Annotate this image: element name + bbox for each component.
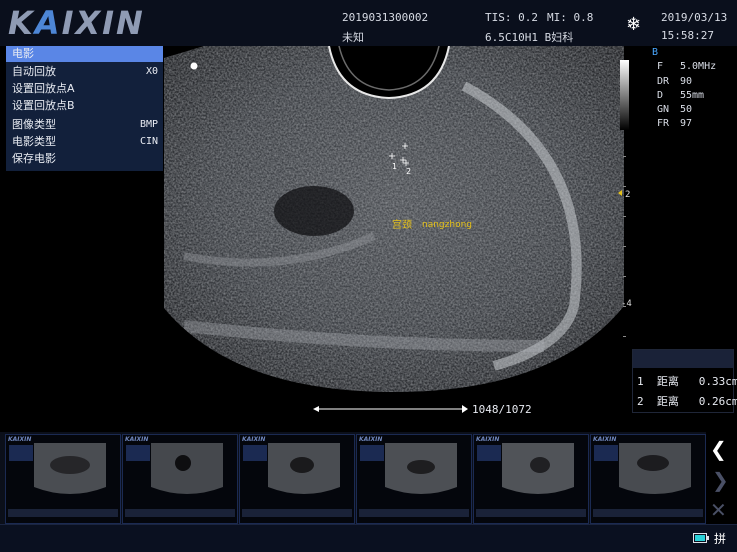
orientation-dot [190, 62, 198, 70]
status-bar: 拼 [0, 524, 737, 552]
time-label: 15:58:27 [661, 29, 714, 42]
snowflake-icon[interactable]: ❄ [626, 14, 641, 35]
depth-mark-2: 2 [625, 190, 631, 200]
param-value: 5.0MHz [680, 61, 717, 72]
grayscale-bar [620, 60, 629, 130]
menu-title-cine[interactable]: 电影 [6, 46, 163, 62]
thumbnail[interactable]: KAIXIN [239, 434, 355, 524]
cine-frame-counter: 1048/1072 [472, 403, 532, 416]
patient-id: 2019031300002 [342, 11, 429, 24]
measurement-row: 2 距离 0.26cm [637, 395, 737, 408]
thumbnail[interactable]: KAIXIN [356, 434, 472, 524]
thumbnail[interactable]: KAIXIN [122, 434, 238, 524]
thumbnail[interactable]: KAIXIN [5, 434, 121, 524]
annotation-cervix[interactable]: 宫颈 [392, 218, 412, 231]
menu-item-auto-replay[interactable]: 自动回放 X0 [6, 64, 163, 80]
thumbnail[interactable]: KAIXIN [590, 434, 706, 524]
menu-item-set-point-a[interactable]: 设置回放点A [6, 81, 163, 97]
depth-scale [618, 60, 629, 337]
caliper-label-2: 2 [406, 167, 411, 176]
measurement-header [633, 350, 733, 368]
header-bar: KAIXIN 2019031300002 未知 TIS: 0.2 MI: 0.8… [0, 0, 737, 46]
param-value: 97 [680, 118, 693, 129]
measurement-row: 1 距离 0.33cm [637, 375, 737, 388]
menu-item-save-cine[interactable]: 保存电影 [6, 151, 163, 167]
probe-exam-label: 6.5C10H1 B妇科 [485, 31, 574, 44]
chevron-right-icon[interactable]: ❯ [712, 468, 729, 492]
menu-item-cine-type[interactable]: 电影类型 CIN [6, 134, 163, 150]
mode-label-pin[interactable]: 拼 [714, 530, 726, 547]
mode-label: B [652, 47, 659, 58]
param-value: 90 [680, 76, 693, 87]
annotation-text[interactable]: nangzhong [422, 220, 472, 230]
param-value: 50 [680, 104, 693, 115]
measurement-panel: 1 距离 0.33cm 2 距离 0.26cm [632, 349, 737, 413]
param-row: DR [657, 76, 670, 87]
mi-readout: MI: 0.8 [547, 11, 594, 24]
menu-item-image-type[interactable]: 图像类型 BMP [6, 117, 163, 133]
chevron-left-icon[interactable]: ❮ [710, 437, 727, 461]
menu-item-set-point-b[interactable]: 设置回放点B [6, 98, 163, 114]
close-icon[interactable]: ✕ [710, 498, 727, 522]
battery-icon [693, 533, 709, 543]
date-label: 2019/03/13 [661, 11, 728, 24]
param-row: FR [657, 118, 670, 129]
cine-progress-bar[interactable] [310, 402, 470, 416]
thumbnail-strip: KAIXIN KAIXIN KAIXIN KAIXIN KAIXIN KAIXI… [0, 432, 706, 524]
caliper-label-1: 1 [392, 162, 397, 171]
param-value: 55mm [680, 90, 705, 101]
kaixin-logo: KAIXIN [8, 4, 145, 42]
ultrasound-image[interactable]: 1 2 宫颈 nangzhong [164, 46, 624, 392]
param-row: F [657, 61, 664, 72]
patient-name: 未知 [342, 31, 364, 44]
depth-mark-4: -4 [621, 299, 632, 309]
param-row: GN [657, 104, 670, 115]
cine-menu: 电影 自动回放 X0 设置回放点A 设置回放点B 图像类型 BMP 电影类型 CIN … [6, 46, 163, 171]
tis-readout: TIS: 0.2 [485, 11, 538, 24]
param-row: D [657, 90, 664, 101]
thumbnail[interactable]: KAIXIN [473, 434, 589, 524]
